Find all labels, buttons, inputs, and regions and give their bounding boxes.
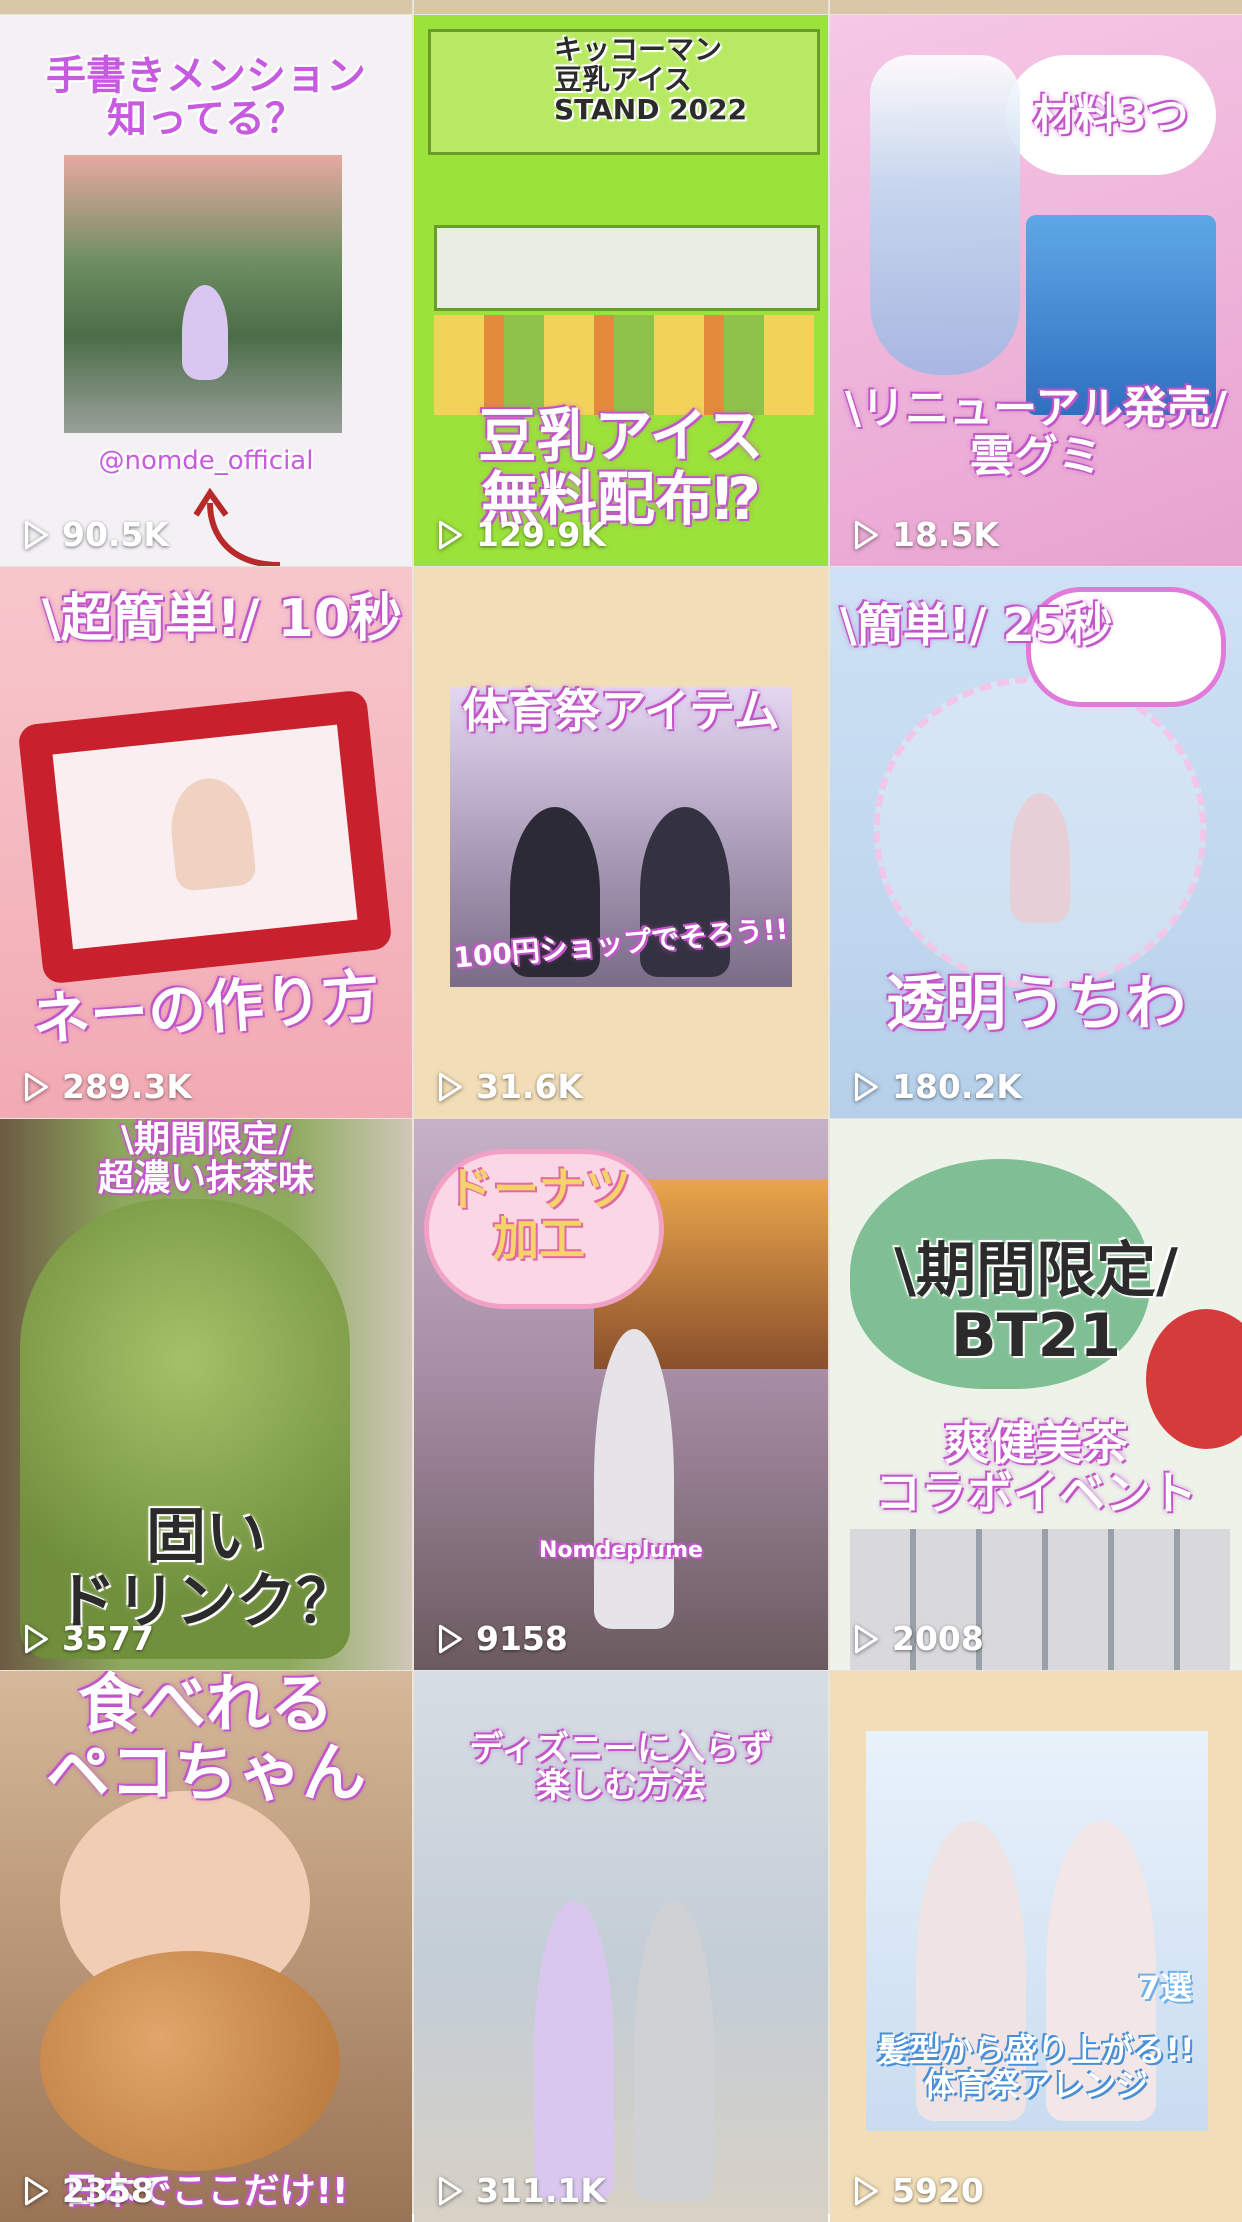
view-count-label: 5920 [892, 2171, 984, 2210]
video-thumbnail[interactable]: \超簡単!/ 10秒 ネーの作り方 289.3K [0, 567, 412, 1118]
play-icon [438, 520, 462, 549]
view-count-label: 289.3K [62, 1067, 192, 1106]
person-figure [634, 1901, 714, 2201]
view-count: 31.6K [432, 1067, 583, 1106]
video-caption-top: 手書きメンション 知ってる？ [46, 53, 366, 143]
video-thumbnail[interactable]: 体育祭アイテム 100円ショップでそろう!! 31.6K [414, 567, 828, 1118]
play-icon [438, 1624, 462, 1653]
thumbnail-photo [64, 155, 342, 433]
video-thumbnail[interactable]: ドーナツ 加工 Nomdeplume 9158 [414, 1119, 828, 1670]
video-caption-bottom: 透明うちわ [886, 969, 1186, 1039]
tinsel-frame [17, 689, 393, 985]
partial-thumbnail[interactable] [414, 0, 828, 14]
play-icon [854, 1624, 878, 1653]
view-count: 289.3K [18, 1067, 192, 1106]
view-count: 18.5K [848, 515, 999, 554]
view-count-label: 18.5K [892, 515, 999, 554]
view-count: 90.5K [18, 515, 169, 554]
person-figure [182, 285, 228, 380]
truck-posters [434, 315, 814, 415]
video-thumbnail[interactable]: \期間限定/ BT21 爽健美茶 コラボイベント 2008 [830, 1119, 1242, 1670]
video-caption-bottom: 豆乳アイス 無料配布⁉ [478, 402, 764, 533]
play-icon [24, 1624, 48, 1653]
doll-figure [1010, 793, 1070, 923]
truck-sign-text: キッコーマン 豆乳アイス STAND 2022 [554, 33, 748, 127]
view-count-label: 31.6K [476, 1067, 583, 1106]
pastry [40, 1951, 340, 2171]
play-icon [854, 520, 878, 549]
view-count: 2358 [18, 2171, 154, 2210]
view-count: 2008 [848, 1619, 984, 1658]
watermark-text: Nomdeplume [539, 1538, 703, 1563]
video-caption-top: 食べれる ペコちゃん [46, 1671, 366, 1812]
truck-window [434, 225, 820, 311]
play-icon [24, 520, 48, 549]
view-count: 3577 [18, 1619, 154, 1658]
play-icon [24, 1072, 48, 1101]
video-caption-top: 体育祭アイテム [462, 684, 780, 738]
view-count: 129.9K [432, 515, 606, 554]
arrow-icon [193, 487, 281, 566]
video-caption-bottom: 爽健美茶 コラボイベント [875, 1416, 1197, 1520]
view-count: 5920 [848, 2171, 984, 2210]
play-icon [854, 2176, 878, 2205]
video-thumbnail[interactable]: ディズニーに入らず 楽しむ方法 311.1K [414, 1671, 828, 2222]
video-caption-top: \簡単!/ 25秒 [840, 598, 1113, 652]
video-thumbnail[interactable]: 7選 髪型から盛り上がる!! 体育祭アレンジ 5920 [830, 1671, 1242, 2222]
video-caption-top: 材料3つ [1033, 91, 1189, 140]
view-count: 311.1K [432, 2171, 606, 2210]
heart-fan [874, 677, 1206, 989]
view-count-label: 90.5K [62, 515, 169, 554]
view-count-label: 9158 [476, 1619, 568, 1658]
view-count: 180.2K [848, 1067, 1022, 1106]
view-count-label: 129.9K [476, 515, 606, 554]
video-thumbnail[interactable]: 手書きメンション 知ってる？ @nomde_official 90.5K [0, 15, 412, 566]
video-thumbnail[interactable]: \簡単!/ 25秒 透明うちわ 180.2K [830, 567, 1242, 1118]
person-figure [594, 1329, 674, 1629]
video-thumbnail[interactable]: 材料3つ \リニューアル発売/ 雲グミ 18.5K [830, 15, 1242, 566]
view-count-label: 2358 [62, 2171, 154, 2210]
view-count-label: 180.2K [892, 1067, 1022, 1106]
video-caption-top: ドーナツ 加工 [447, 1162, 631, 1266]
video-caption-top: \期間限定/ BT21 [894, 1236, 1178, 1371]
view-count-label: 311.1K [476, 2171, 606, 2210]
play-icon [438, 2176, 462, 2205]
person-figure [534, 1901, 614, 2201]
video-caption-bottom: 髪型から盛り上がる!! 体育祭アレンジ [877, 2031, 1195, 2104]
video-thumbnail[interactable]: \期間限定/ 超濃い抹茶味 固い ドリンク？ 3577 [0, 1119, 412, 1670]
video-caption-bottom: \リニューアル発売/ 雲グミ [845, 383, 1227, 482]
play-icon [854, 1072, 878, 1101]
video-caption-top: \期間限定/ 超濃い抹茶味 [97, 1119, 314, 1199]
play-icon [438, 1072, 462, 1101]
parfait-glass [870, 55, 1020, 375]
view-count: 9158 [432, 1619, 568, 1658]
video-caption-top: ディズニーに入らず 楽しむ方法 [469, 1729, 773, 1806]
video-caption-top: \超簡単!/ 10秒 [41, 589, 402, 649]
video-caption-bottom: 固い ドリンク？ [56, 1502, 356, 1637]
video-thumbnail[interactable]: キッコーマン 豆乳アイス STAND 2022 豆乳アイス 無料配布⁉ 129.… [414, 15, 828, 566]
count-badge: 7選 [1137, 1969, 1193, 2007]
play-icon [24, 2176, 48, 2205]
video-grid: 手書きメンション 知ってる？ @nomde_official 90.5K キッコ… [0, 0, 1242, 2222]
doll-face [166, 774, 258, 893]
partial-thumbnail[interactable] [830, 0, 1242, 14]
view-count-label: 3577 [62, 1619, 154, 1658]
view-count-label: 2008 [892, 1619, 984, 1658]
video-thumbnail[interactable]: 食べれる ペコちゃん 日本でここだけ!! 2358 [0, 1671, 412, 2222]
partial-thumbnail[interactable] [0, 0, 412, 14]
mention-handle: @nomde_official [98, 446, 314, 476]
